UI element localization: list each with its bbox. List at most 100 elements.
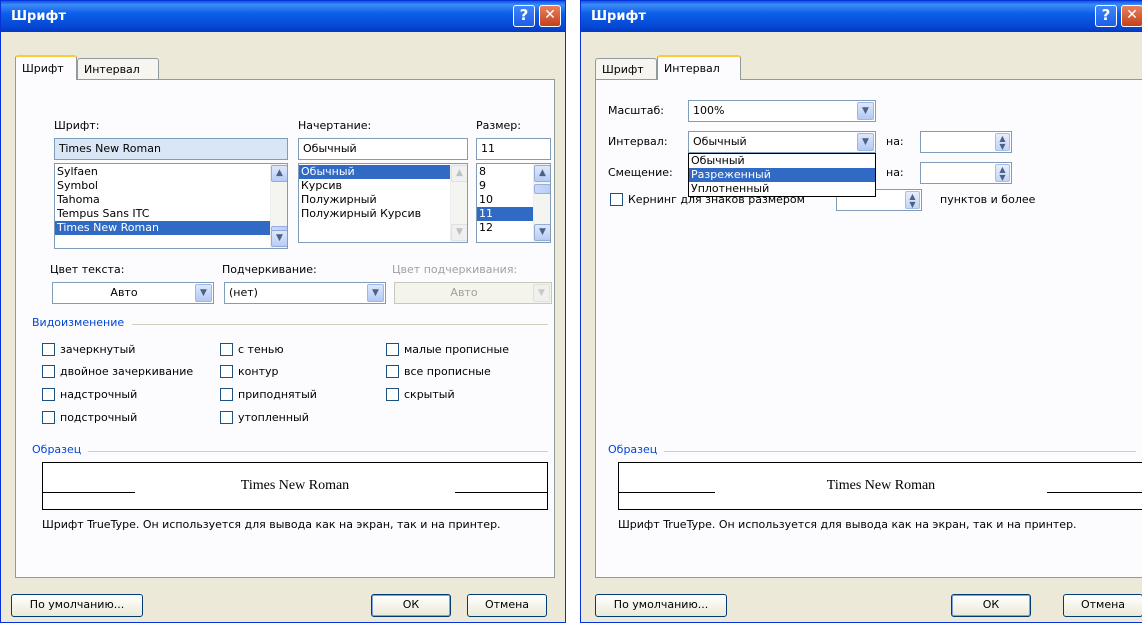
font-preview: Times New Roman (42, 462, 548, 510)
font-dialog-spacing-tab: Шрифт ? ✕ Шрифт Интервал Масштаб: 100% ▼… (580, 0, 1142, 623)
scrollbar[interactable]: ▲ ▼ (270, 164, 287, 248)
tab-spacing[interactable]: Интервал (657, 55, 741, 80)
baseline-right (455, 492, 547, 493)
list-item[interactable]: Times New Roman (55, 221, 270, 235)
style-label: Начертание: (298, 119, 372, 132)
underline-select[interactable]: (нет) ▼ (224, 282, 386, 304)
shadow-checkbox[interactable] (220, 343, 233, 356)
tab-panel: Масштаб: 100% ▼ Интервал: Обычный ▼ Обыч… (595, 79, 1142, 578)
all-caps-label: все прописные (404, 365, 491, 378)
ok-button[interactable]: ОК (951, 594, 1031, 617)
font-name-list[interactable]: Sylfaen Symbol Tahoma Tempus Sans ITC Ti… (54, 163, 288, 249)
cancel-button[interactable]: Отмена (467, 594, 547, 617)
tab-font[interactable]: Шрифт (595, 58, 657, 79)
title-bar: Шрифт ? ✕ (581, 1, 1142, 32)
font-info-text: Шрифт TrueType. Он используется для выво… (618, 518, 1077, 531)
chevron-down-icon[interactable]: ▼ (857, 133, 874, 151)
underline-value: (нет) (229, 286, 258, 299)
strikethrough-checkbox[interactable] (42, 343, 55, 356)
tab-panel: Шрифт: Times New Roman Sylfaen Symbol Ta… (15, 79, 555, 578)
tab-spacing[interactable]: Интервал (77, 58, 159, 79)
spin-icon[interactable]: ▲ ▼ (905, 191, 920, 209)
small-caps-label: малые прописные (404, 343, 509, 356)
emboss-checkbox[interactable] (220, 388, 233, 401)
dropdown-option[interactable]: Разреженный (689, 168, 875, 182)
position-by-input[interactable]: ▲ ▼ (920, 162, 1012, 184)
style-input[interactable]: Обычный (298, 138, 468, 160)
scroll-down-icon[interactable]: ▼ (534, 224, 550, 241)
subscript-label: подстрочный (60, 411, 138, 424)
scrollbar[interactable]: ▲ ▼ (450, 164, 467, 242)
small-caps-checkbox[interactable] (386, 343, 399, 356)
effects-group-label: Видоизменение (32, 316, 125, 329)
size-input[interactable]: 11 (476, 138, 551, 160)
font-name-input[interactable]: Times New Roman (54, 138, 288, 160)
dropdown-option[interactable]: Уплотненный (689, 182, 875, 196)
spacing-value: Обычный (693, 135, 747, 148)
all-caps-checkbox[interactable] (386, 365, 399, 378)
list-item[interactable]: Курсив (299, 179, 467, 193)
list-item[interactable]: Tahoma (55, 193, 287, 207)
chevron-down-icon[interactable]: ▼ (367, 284, 384, 302)
default-button[interactable]: По умолчанию... (11, 594, 143, 617)
kerning-suffix-label: пунктов и более (940, 193, 1036, 206)
outline-checkbox[interactable] (220, 365, 233, 378)
size-label: Размер: (476, 119, 521, 132)
spacing-dropdown-list[interactable]: Обычный Разреженный Уплотненный (688, 153, 876, 197)
list-item[interactable]: 11 (477, 207, 533, 221)
spin-icon[interactable]: ▲ ▼ (995, 133, 1010, 151)
engrave-label: утопленный (238, 411, 309, 424)
scroll-up-icon[interactable]: ▲ (451, 165, 467, 182)
group-divider (132, 324, 548, 325)
close-button[interactable]: ✕ (1121, 5, 1142, 27)
list-item[interactable]: Tempus Sans ITC (55, 207, 287, 221)
spacing-label: Интервал: (608, 135, 668, 148)
close-button[interactable]: ✕ (539, 5, 561, 27)
font-label: Шрифт: (54, 119, 100, 132)
superscript-label: надстрочный (60, 388, 138, 401)
scrollbar[interactable]: ▲ ▼ (533, 164, 550, 242)
ok-button[interactable]: ОК (371, 594, 451, 617)
hidden-checkbox[interactable] (386, 388, 399, 401)
double-strikethrough-checkbox[interactable] (42, 365, 55, 378)
list-item[interactable]: Полужирный Курсив (299, 207, 467, 221)
spin-icon[interactable]: ▲ ▼ (995, 164, 1010, 182)
kerning-checkbox[interactable] (610, 193, 623, 206)
list-item[interactable]: Обычный (299, 165, 450, 179)
scroll-thumb[interactable] (534, 184, 550, 194)
help-button[interactable]: ? (1095, 5, 1117, 27)
chevron-down-icon[interactable]: ▼ (195, 284, 212, 302)
dropdown-option[interactable]: Обычный (689, 154, 875, 168)
list-item[interactable]: Полужирный (299, 193, 467, 207)
text-color-select[interactable]: Авто ▼ (52, 282, 214, 304)
default-button[interactable]: По умолчанию... (595, 594, 727, 617)
chevron-down-icon[interactable]: ▼ (533, 284, 550, 302)
scroll-up-icon[interactable]: ▲ (534, 165, 550, 182)
tab-font[interactable]: Шрифт (15, 55, 77, 80)
list-item[interactable]: Symbol (55, 179, 287, 193)
font-preview: Times New Roman (618, 462, 1142, 510)
superscript-checkbox[interactable] (42, 388, 55, 401)
strikethrough-label: зачеркнутый (60, 343, 136, 356)
engrave-checkbox[interactable] (220, 411, 233, 424)
text-color-label: Цвет текста: (50, 263, 125, 276)
help-button[interactable]: ? (513, 5, 535, 27)
size-list[interactable]: 8 9 10 11 12 ▲ ▼ (476, 163, 551, 243)
underline-color-label: Цвет подчеркивания: (392, 263, 518, 276)
font-info-text: Шрифт TrueType. Он используется для выво… (42, 518, 501, 531)
list-item[interactable]: Sylfaen (55, 165, 287, 179)
scale-select[interactable]: 100% ▼ (688, 100, 876, 122)
scroll-down-icon[interactable]: ▼ (451, 224, 467, 241)
underline-color-select[interactable]: Авто ▼ (394, 282, 552, 304)
chevron-down-icon[interactable]: ▼ (857, 102, 874, 120)
style-list[interactable]: Обычный Курсив Полужирный Полужирный Кур… (298, 163, 468, 243)
spacing-by-input[interactable]: ▲ ▼ (920, 131, 1012, 153)
hidden-label: скрытый (404, 388, 455, 401)
subscript-checkbox[interactable] (42, 411, 55, 424)
emboss-label: приподнятый (238, 388, 317, 401)
outline-label: контур (238, 365, 279, 378)
scroll-down-icon[interactable]: ▼ (271, 230, 287, 247)
cancel-button[interactable]: Отмена (1063, 594, 1142, 617)
spacing-select[interactable]: Обычный ▼ (688, 131, 876, 153)
scroll-up-icon[interactable]: ▲ (271, 165, 287, 182)
